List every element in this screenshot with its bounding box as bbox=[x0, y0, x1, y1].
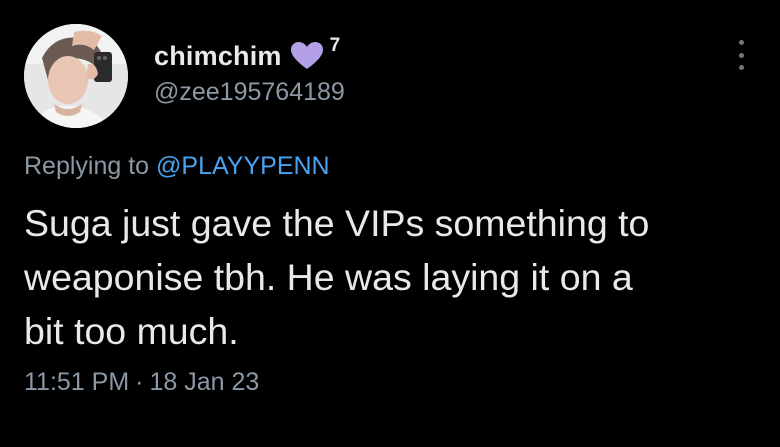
tweet-text: Suga just gave the VIPs something to wea… bbox=[24, 202, 650, 352]
tweet-timestamp[interactable]: 11:51 PM · 18 Jan 23 bbox=[24, 368, 259, 397]
more-vertical-icon-dot bbox=[738, 52, 744, 58]
profile-photo bbox=[24, 24, 128, 128]
timestamp-separator: · bbox=[135, 368, 144, 396]
replying-to-label: Replying to bbox=[24, 152, 157, 180]
more-vertical-icon-dot bbox=[738, 40, 744, 45]
tweet-time: 11:51 PM bbox=[24, 368, 130, 396]
display-name[interactable]: chimchim bbox=[154, 41, 282, 72]
purple-heart-icon bbox=[290, 41, 324, 71]
replying-to-line: Replying to @PLAYYPENN bbox=[24, 152, 330, 181]
tweet: chimchim 7 @zee195764189 Replying to @PL… bbox=[0, 0, 780, 447]
avatar[interactable] bbox=[24, 24, 128, 128]
more-options-button[interactable] bbox=[727, 38, 755, 72]
reply-mention-link[interactable]: @PLAYYPENN bbox=[156, 152, 330, 180]
user-handle[interactable]: @zee195764189 bbox=[154, 78, 345, 107]
author-block: chimchim 7 @zee195764189 bbox=[154, 35, 345, 107]
more-vertical-icon-dot bbox=[738, 65, 744, 70]
tweet-date: 18 Jan 23 bbox=[149, 368, 260, 396]
badge-count: 7 bbox=[329, 35, 341, 56]
name-row: chimchim 7 bbox=[154, 35, 345, 74]
